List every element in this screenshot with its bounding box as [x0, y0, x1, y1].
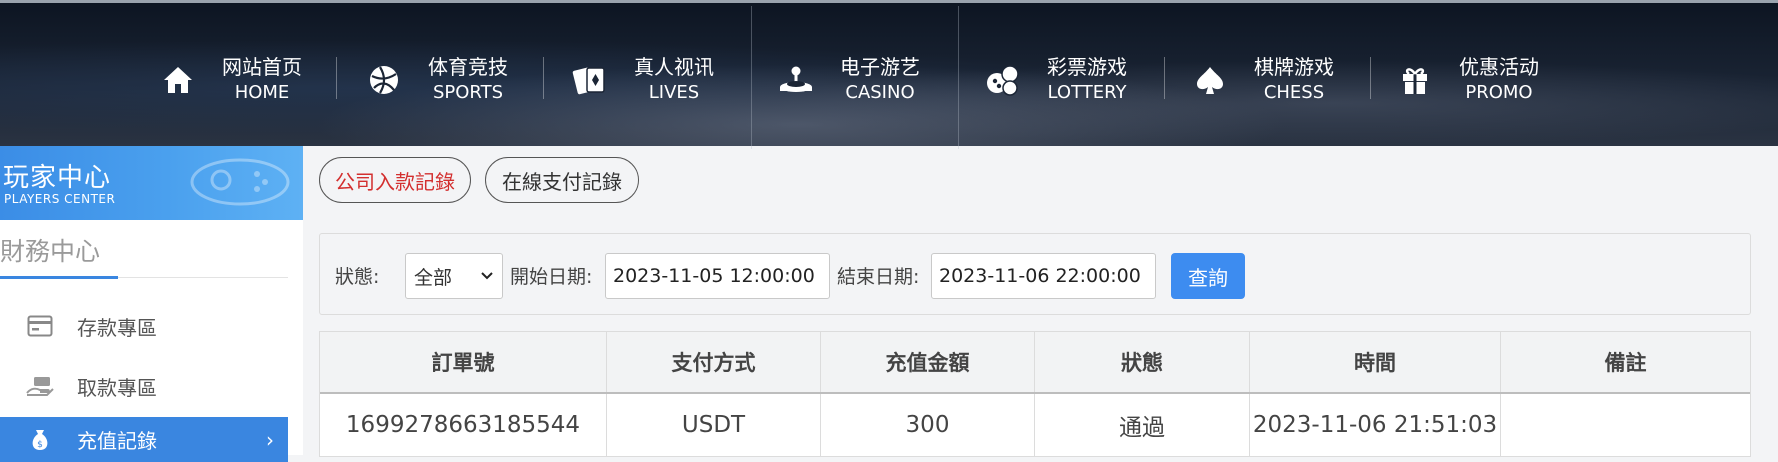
column-header: 時間 [1250, 332, 1501, 392]
tab-company-deposit-records[interactable]: 公司入款記錄 [319, 157, 471, 203]
hand-money-icon [20, 375, 60, 397]
chevron-down-icon [480, 266, 494, 291]
top-navigation: 网站首页 HOME 体育竞技 SPORTS 真人视讯 LIVES 电子游艺 CASINO… [0, 0, 1778, 149]
column-header: 備註 [1604, 351, 1647, 375]
nav-label-cn: 真人视讯 [634, 55, 714, 79]
status-select[interactable]: 全部 [405, 253, 503, 299]
players-center-header: 玩家中心 PLAYERS CENTER [0, 146, 303, 220]
nav-label-en: CASINO [845, 82, 915, 103]
filter-bar: 狀態: 全部 開始日期: 2023-11-05 12:00:00 結束日期: 2… [319, 233, 1751, 315]
nav-label-cn: 网站首页 [222, 55, 302, 79]
status-cell: 通過 [1035, 394, 1250, 456]
order-number-cell: 1699278663185544 [320, 394, 607, 456]
nav-item-lottery[interactable]: 彩票游戏 LOTTERY [983, 53, 1127, 107]
query-button[interactable]: 查詢 [1171, 253, 1245, 299]
column-header: 充值金額 [821, 332, 1035, 392]
sidebar-item-recharge-records[interactable]: $ 充值記錄 › [0, 417, 288, 462]
nav-divider [1370, 57, 1371, 99]
nav-label-cn: 优惠活动 [1459, 55, 1539, 79]
status-select-value: 全部 [414, 266, 453, 289]
nav-item-home[interactable]: 网站首页 HOME [158, 53, 302, 107]
amount-cell: 300 [821, 394, 1035, 456]
nav-panel-divider [958, 6, 959, 149]
cards-icon [570, 60, 610, 100]
nav-label-en: LOTTERY [1047, 82, 1127, 103]
end-date-label: 結束日期: [837, 266, 920, 288]
nav-divider [336, 57, 337, 99]
home-icon [158, 60, 198, 100]
nav-item-lives[interactable]: 真人视讯 LIVES [570, 53, 714, 107]
column-header: 支付方式 [607, 332, 821, 392]
svg-text:$: $ [37, 440, 43, 450]
table-header-row: 訂單號 支付方式 充值金額 狀態 時間 備註 [320, 332, 1750, 394]
nav-label-en: PROMO [1465, 82, 1533, 103]
payment-method-cell: USDT [607, 394, 821, 456]
players-center-title: 玩家中心 [3, 163, 112, 193]
end-date-value: 2023-11-06 22:00:00 [939, 265, 1141, 287]
gamepad-decoration-icon [185, 152, 295, 216]
column-header: 訂單號 [320, 332, 607, 392]
nav-panel-divider [751, 6, 752, 149]
nav-label-cn: 彩票游戏 [1047, 55, 1127, 79]
nav-label-en: CHESS [1263, 82, 1325, 103]
start-date-input[interactable]: 2023-11-05 12:00:00 [605, 253, 830, 299]
nav-label-cn: 体育竞技 [428, 55, 508, 79]
spade-icon [1190, 60, 1230, 100]
table-row: 1699278663185544 USDT 300 通過 2023-11-06 … [320, 394, 1750, 456]
column-header: 狀態 [1035, 332, 1250, 392]
nav-item-promo[interactable]: 优惠活动 PROMO [1395, 53, 1539, 107]
money-bag-icon: $ [20, 428, 60, 452]
sidebar-item-withdraw[interactable]: 取款專區 [0, 361, 288, 411]
sidebar-item-deposit[interactable]: 存款專區 [0, 301, 288, 351]
section-title: 財務中心 [0, 237, 101, 266]
status-label: 狀態: [335, 266, 380, 288]
nav-item-sports[interactable]: 体育竞技 SPORTS [364, 53, 508, 107]
tab-online-payment-records[interactable]: 在線支付記錄 [485, 157, 639, 203]
nav-label-cn: 电子游艺 [840, 55, 920, 79]
lottery-balls-icon [983, 60, 1023, 100]
nav-item-casino[interactable]: 电子游艺 CASINO [776, 53, 920, 107]
players-center-subtitle: PLAYERS CENTER [4, 192, 116, 206]
nav-divider [1164, 57, 1165, 99]
nav-label-cn: 棋牌游戏 [1254, 55, 1334, 79]
nav-label-en: HOME [234, 82, 290, 103]
basketball-icon [364, 60, 404, 100]
start-date-label: 開始日期: [510, 266, 593, 288]
nav-divider [543, 57, 544, 99]
joystick-icon [776, 60, 816, 100]
start-date-value: 2023-11-05 12:00:00 [613, 265, 815, 287]
sidebar-item-label: 取款專區 [77, 375, 157, 400]
end-date-input[interactable]: 2023-11-06 22:00:00 [931, 253, 1156, 299]
sidebar-item-label: 存款專區 [77, 315, 157, 340]
time-cell: 2023-11-06 21:51:03 [1250, 394, 1501, 456]
records-table: 訂單號 支付方式 充值金額 狀態 時間 備註 1699278663185544 … [319, 331, 1751, 457]
card-icon [20, 315, 60, 337]
nav-item-chess[interactable]: 棋牌游戏 CHESS [1190, 53, 1334, 107]
nav-label-en: LIVES [648, 82, 700, 103]
nav-label-en: SPORTS [432, 82, 504, 103]
chevron-right-icon: › [266, 427, 274, 452]
remark-cell [1501, 394, 1750, 456]
gift-icon [1395, 60, 1435, 100]
sidebar-item-label: 充值記錄 [77, 429, 157, 453]
sidebar: 玩家中心 PLAYERS CENTER 財務中心 存款專區 取款專區 $ 充值記… [0, 146, 303, 462]
section-underline [0, 276, 118, 279]
